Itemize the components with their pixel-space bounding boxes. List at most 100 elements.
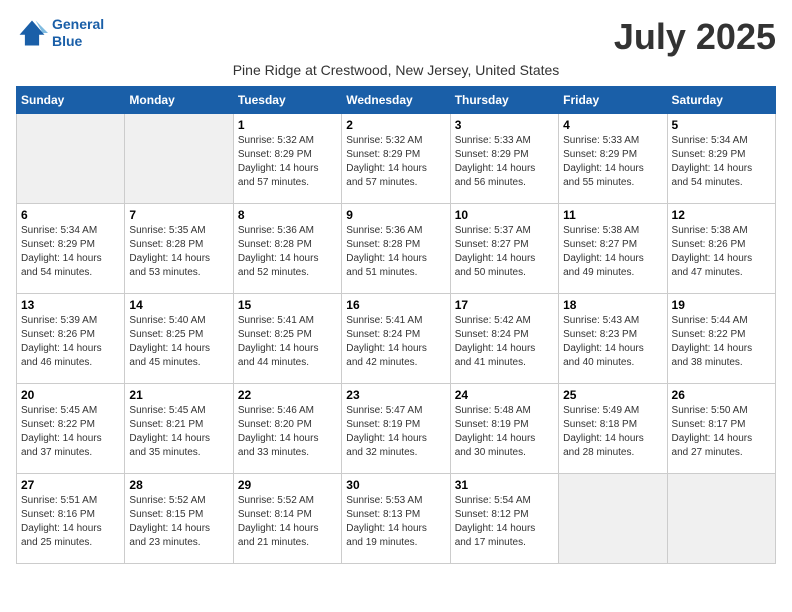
day-number: 14 — [129, 298, 228, 312]
day-info: Sunrise: 5:37 AM Sunset: 8:27 PM Dayligh… — [455, 224, 554, 280]
calendar-cell: 3 Sunrise: 5:33 AM Sunset: 8:29 PM Daylig… — [450, 114, 558, 204]
calendar-cell — [559, 474, 667, 564]
day-number: 28 — [129, 478, 228, 492]
weekday-header-wednesday: Wednesday — [342, 87, 450, 114]
day-info: Sunrise: 5:33 AM Sunset: 8:29 PM Dayligh… — [563, 134, 662, 190]
day-info: Sunrise: 5:39 AM Sunset: 8:26 PM Dayligh… — [21, 314, 120, 370]
calendar-cell: 15Sunrise: 5:41 AM Sunset: 8:25 PM Dayli… — [233, 294, 341, 384]
weekday-header-saturday: Saturday — [667, 87, 775, 114]
day-info: Sunrise: 5:46 AM Sunset: 8:20 PM Dayligh… — [238, 404, 337, 460]
day-number: 9 — [346, 208, 445, 222]
calendar-cell: 21Sunrise: 5:45 AM Sunset: 8:21 PM Dayli… — [125, 384, 233, 474]
day-info: Sunrise: 5:36 AM Sunset: 8:28 PM Dayligh… — [346, 224, 445, 280]
main-title: July 2025 — [614, 16, 776, 58]
calendar-cell: 6 Sunrise: 5:34 AM Sunset: 8:29 PM Daylig… — [17, 204, 125, 294]
calendar-table: SundayMondayTuesdayWednesdayThursdayFrid… — [16, 86, 776, 564]
day-number: 1 — [238, 118, 337, 132]
calendar-cell — [17, 114, 125, 204]
logo-text: General Blue — [52, 16, 104, 50]
day-number: 25 — [563, 388, 662, 402]
logo: General Blue — [16, 16, 104, 50]
day-info: Sunrise: 5:33 AM Sunset: 8:29 PM Dayligh… — [455, 134, 554, 190]
day-info: Sunrise: 5:38 AM Sunset: 8:27 PM Dayligh… — [563, 224, 662, 280]
day-number: 5 — [672, 118, 771, 132]
day-info: Sunrise: 5:53 AM Sunset: 8:13 PM Dayligh… — [346, 494, 445, 550]
week-row-4: 20 Sunrise: 5:45 AM Sunset: 8:22 PM Dayli… — [17, 384, 776, 474]
day-info: Sunrise: 5:35 AM Sunset: 8:28 PM Dayligh… — [129, 224, 228, 280]
day-info: Sunrise: 5:45 AM Sunset: 8:22 PM Dayligh… — [21, 404, 120, 460]
calendar-cell: 7 Sunrise: 5:35 AM Sunset: 8:28 PM Daylig… — [125, 204, 233, 294]
day-info: Sunrise: 5:54 AM Sunset: 8:12 PM Dayligh… — [455, 494, 554, 550]
calendar-cell: 29Sunrise: 5:52 AM Sunset: 8:14 PM Dayli… — [233, 474, 341, 564]
day-number: 7 — [129, 208, 228, 222]
calendar-cell: 30Sunrise: 5:53 AM Sunset: 8:13 PM Dayli… — [342, 474, 450, 564]
day-info: Sunrise: 5:41 AM Sunset: 8:24 PM Dayligh… — [346, 314, 445, 370]
weekday-header-sunday: Sunday — [17, 87, 125, 114]
day-info: Sunrise: 5:48 AM Sunset: 8:19 PM Dayligh… — [455, 404, 554, 460]
calendar-cell: 17 Sunrise: 5:42 AM Sunset: 8:24 PM Dayli… — [450, 294, 558, 384]
day-info: Sunrise: 5:34 AM Sunset: 8:29 PM Dayligh… — [21, 224, 120, 280]
day-info: Sunrise: 5:32 AM Sunset: 8:29 PM Dayligh… — [346, 134, 445, 190]
calendar-cell: 1 Sunrise: 5:32 AM Sunset: 8:29 PM Daylig… — [233, 114, 341, 204]
day-number: 4 — [563, 118, 662, 132]
day-number: 8 — [238, 208, 337, 222]
day-number: 17 — [455, 298, 554, 312]
day-info: Sunrise: 5:34 AM Sunset: 8:29 PM Dayligh… — [672, 134, 771, 190]
calendar-cell — [667, 474, 775, 564]
calendar-cell: 2 Sunrise: 5:32 AM Sunset: 8:29 PM Daylig… — [342, 114, 450, 204]
title-block: July 2025 — [614, 16, 776, 58]
day-info: Sunrise: 5:51 AM Sunset: 8:16 PM Dayligh… — [21, 494, 120, 550]
weekday-header-row: SundayMondayTuesdayWednesdayThursdayFrid… — [17, 87, 776, 114]
day-info: Sunrise: 5:50 AM Sunset: 8:17 PM Dayligh… — [672, 404, 771, 460]
weekday-header-monday: Monday — [125, 87, 233, 114]
calendar-cell: 23 Sunrise: 5:47 AM Sunset: 8:19 PM Dayli… — [342, 384, 450, 474]
week-row-2: 6 Sunrise: 5:34 AM Sunset: 8:29 PM Daylig… — [17, 204, 776, 294]
calendar-cell: 5 Sunrise: 5:34 AM Sunset: 8:29 PM Daylig… — [667, 114, 775, 204]
subtitle: Pine Ridge at Crestwood, New Jersey, Uni… — [16, 62, 776, 78]
logo-icon — [16, 17, 48, 49]
day-number: 29 — [238, 478, 337, 492]
day-info: Sunrise: 5:32 AM Sunset: 8:29 PM Dayligh… — [238, 134, 337, 190]
page-header: General Blue July 2025 — [16, 16, 776, 58]
day-number: 3 — [455, 118, 554, 132]
day-number: 24 — [455, 388, 554, 402]
day-number: 20 — [21, 388, 120, 402]
weekday-header-friday: Friday — [559, 87, 667, 114]
calendar-cell: 20 Sunrise: 5:45 AM Sunset: 8:22 PM Dayli… — [17, 384, 125, 474]
calendar-cell: 12Sunrise: 5:38 AM Sunset: 8:26 PM Dayli… — [667, 204, 775, 294]
calendar-cell: 16Sunrise: 5:41 AM Sunset: 8:24 PM Dayli… — [342, 294, 450, 384]
day-info: Sunrise: 5:36 AM Sunset: 8:28 PM Dayligh… — [238, 224, 337, 280]
calendar-cell: 28 Sunrise: 5:52 AM Sunset: 8:15 PM Dayli… — [125, 474, 233, 564]
day-number: 23 — [346, 388, 445, 402]
day-info: Sunrise: 5:52 AM Sunset: 8:15 PM Dayligh… — [129, 494, 228, 550]
weekday-header-thursday: Thursday — [450, 87, 558, 114]
day-number: 27 — [21, 478, 120, 492]
calendar-cell: 26Sunrise: 5:50 AM Sunset: 8:17 PM Dayli… — [667, 384, 775, 474]
day-info: Sunrise: 5:42 AM Sunset: 8:24 PM Dayligh… — [455, 314, 554, 370]
day-number: 19 — [672, 298, 771, 312]
day-number: 11 — [563, 208, 662, 222]
day-number: 22 — [238, 388, 337, 402]
week-row-1: 1 Sunrise: 5:32 AM Sunset: 8:29 PM Daylig… — [17, 114, 776, 204]
day-number: 31 — [455, 478, 554, 492]
calendar-cell: 9 Sunrise: 5:36 AM Sunset: 8:28 PM Daylig… — [342, 204, 450, 294]
day-number: 18 — [563, 298, 662, 312]
weekday-header-tuesday: Tuesday — [233, 87, 341, 114]
day-info: Sunrise: 5:49 AM Sunset: 8:18 PM Dayligh… — [563, 404, 662, 460]
calendar-cell: 14 Sunrise: 5:40 AM Sunset: 8:25 PM Dayli… — [125, 294, 233, 384]
week-row-5: 27 Sunrise: 5:51 AM Sunset: 8:16 PM Dayli… — [17, 474, 776, 564]
day-info: Sunrise: 5:40 AM Sunset: 8:25 PM Dayligh… — [129, 314, 228, 370]
calendar-cell: 24 Sunrise: 5:48 AM Sunset: 8:19 PM Dayli… — [450, 384, 558, 474]
day-info: Sunrise: 5:47 AM Sunset: 8:19 PM Dayligh… — [346, 404, 445, 460]
day-number: 6 — [21, 208, 120, 222]
day-number: 2 — [346, 118, 445, 132]
day-number: 21 — [129, 388, 228, 402]
day-info: Sunrise: 5:44 AM Sunset: 8:22 PM Dayligh… — [672, 314, 771, 370]
week-row-3: 13Sunrise: 5:39 AM Sunset: 8:26 PM Dayli… — [17, 294, 776, 384]
calendar-cell: 10Sunrise: 5:37 AM Sunset: 8:27 PM Dayli… — [450, 204, 558, 294]
calendar-cell: 8 Sunrise: 5:36 AM Sunset: 8:28 PM Daylig… — [233, 204, 341, 294]
calendar-cell: 11 Sunrise: 5:38 AM Sunset: 8:27 PM Dayli… — [559, 204, 667, 294]
calendar-cell: 13Sunrise: 5:39 AM Sunset: 8:26 PM Dayli… — [17, 294, 125, 384]
day-info: Sunrise: 5:43 AM Sunset: 8:23 PM Dayligh… — [563, 314, 662, 370]
day-info: Sunrise: 5:41 AM Sunset: 8:25 PM Dayligh… — [238, 314, 337, 370]
